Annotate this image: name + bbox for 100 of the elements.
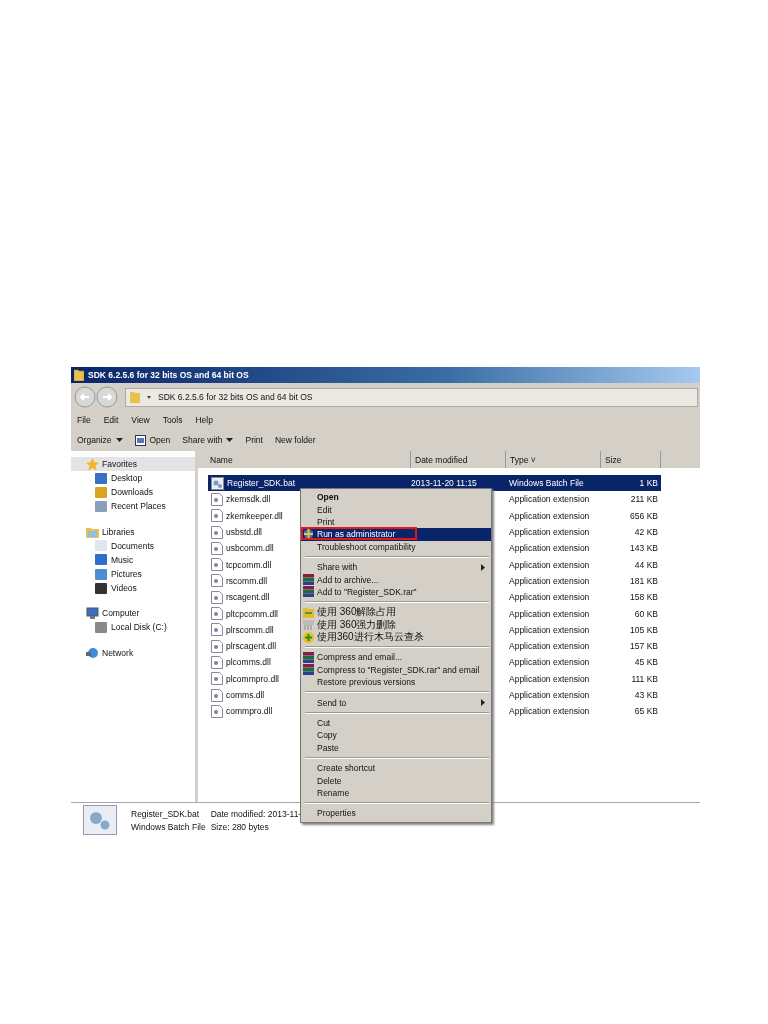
menu-item[interactable]: 使用360进行木马云查杀 — [301, 630, 491, 644]
books-icon — [303, 664, 314, 676]
file-gear-icon — [211, 509, 223, 523]
square-icon — [95, 540, 107, 552]
file-type: Application extension — [509, 706, 590, 717]
menu-item[interactable]: Troubleshoot compatibility — [301, 540, 491, 553]
sidebar-item[interactable]: Recent Places — [71, 499, 195, 514]
file-size: 211 KB — [630, 494, 658, 505]
sidebar-item[interactable]: Music — [71, 552, 195, 567]
sidebar-item[interactable]: Videos — [71, 581, 195, 596]
sidebar-item[interactable]: Favorites — [71, 457, 195, 471]
folder-icon — [86, 525, 99, 538]
sidebar-item[interactable]: Computer — [71, 606, 195, 621]
sidebar-item[interactable]: Desktop — [71, 471, 195, 486]
file-gear-icon — [211, 688, 223, 702]
file-size: 44 KB — [634, 559, 658, 570]
menu-item[interactable]: Properties — [301, 807, 491, 820]
menu-item[interactable]: Paste — [301, 741, 491, 755]
menu-item[interactable]: Send to — [301, 696, 491, 709]
file-size: 43 KB — [634, 690, 658, 700]
file-name[interactable]: Register_SDK.bat — [227, 478, 296, 489]
gear-file-icon — [83, 805, 117, 835]
shield-icon — [303, 528, 314, 540]
caret-icon — [115, 437, 123, 443]
menu-item[interactable]: Open — [301, 491, 491, 504]
file-name[interactable]: usbstd.dll — [226, 527, 262, 538]
sidebar-item[interactable]: Downloads — [71, 485, 195, 500]
menu-item[interactable]: File — [77, 415, 91, 425]
column-header[interactable]: Name — [198, 451, 411, 468]
sidebar-item[interactable]: Pictures — [71, 566, 195, 582]
menu-item[interactable]: Edit — [301, 503, 491, 516]
menu-item[interactable]: 使用 360解除占用 — [301, 606, 491, 619]
file-name[interactable]: plcomms.dll — [226, 657, 271, 668]
toolbar-button[interactable]: New folder — [272, 434, 318, 446]
sidebar-item[interactable]: Documents — [71, 538, 195, 553]
file-name: Register_SDK.bat — [131, 808, 201, 819]
toolbar-button[interactable]: Share with — [180, 434, 236, 446]
menu-item[interactable]: Print — [301, 515, 491, 529]
menu-item[interactable]: Run as administrator — [301, 528, 491, 541]
toolbar-button[interactable]: Organize — [75, 434, 125, 446]
folder-icon — [303, 606, 314, 618]
file-type: Application extension — [509, 624, 590, 635]
menu-item[interactable]: Create shortcut — [301, 762, 491, 775]
menu-item[interactable]: Share with — [301, 560, 491, 574]
square-icon — [95, 554, 107, 566]
file-gear-icon — [211, 623, 223, 637]
menu-item[interactable]: Help — [195, 415, 213, 425]
file-name[interactable]: zkemkeeper.dll — [226, 510, 283, 521]
file-date: 2013-11-20 11:15 — [411, 478, 477, 489]
menu-item[interactable]: View — [131, 415, 150, 425]
sidebar-item[interactable]: Local Disk (C:) — [71, 620, 195, 635]
column-header[interactable]: Type ˅ — [506, 451, 601, 468]
column-header[interactable]: Date modified — [411, 451, 506, 468]
menu-item[interactable]: Edit — [103, 415, 119, 425]
menu-item[interactable]: Tools — [162, 415, 183, 425]
file-name[interactable]: commpro.dll — [226, 706, 273, 717]
file-type: Application extension — [509, 575, 590, 586]
file-type: Application extension — [509, 608, 590, 619]
menu-item[interactable]: Add to archive... — [301, 573, 491, 586]
sidebar-item[interactable]: Libraries — [71, 524, 195, 539]
file-type: Application extension — [509, 657, 590, 668]
menu-item[interactable]: Copy — [301, 729, 491, 742]
file-type: Windows Batch File — [131, 821, 206, 832]
menu-item[interactable]: Add to "Register_SDK.rar" — [301, 585, 491, 599]
square-icon — [95, 582, 107, 594]
file-name[interactable]: plrscomm.dll — [226, 624, 274, 635]
menu-item[interactable]: Delete — [301, 774, 491, 787]
column-header[interactable]: Size — [601, 451, 661, 468]
file-size: 181 KB — [630, 575, 658, 586]
file-name[interactable]: tcpcomm.dll — [226, 559, 272, 570]
window-title: SDK 6.2.5.6 for 32 bits OS and 64 bit OS — [88, 370, 249, 380]
file-gear-icon — [211, 574, 223, 588]
toolbar-button[interactable]: Open — [132, 433, 173, 447]
file-name[interactable]: pltcpcomm.dll — [226, 608, 278, 619]
sidebar-item[interactable]: Network — [71, 645, 195, 660]
square-icon — [95, 472, 107, 484]
file-name[interactable]: plrscagent.dll — [226, 641, 277, 652]
file-name[interactable]: usbcomm.dll — [226, 543, 274, 554]
star-icon — [86, 457, 99, 471]
file-type: Windows Batch File — [509, 478, 584, 489]
menu-item[interactable]: Rename — [301, 786, 491, 800]
file-name[interactable]: rscomm.dll — [226, 575, 268, 586]
file-gear-icon — [211, 655, 223, 669]
menu-item[interactable]: 使用 360强力删除 — [301, 618, 491, 631]
menu-item[interactable]: Cut — [301, 716, 491, 730]
file-type: Application extension — [509, 510, 590, 521]
file-size: 60 KB — [634, 608, 658, 619]
square-icon — [95, 486, 107, 498]
toolbar-button[interactable]: Print — [243, 434, 265, 446]
address-bar[interactable]: SDK 6.2.5.6 for 32 bits OS and 64 bit OS — [125, 387, 698, 407]
menu-item[interactable]: Compress to "Register_SDK.rar" and email — [301, 663, 491, 677]
file-name[interactable]: plcommpro.dll — [226, 673, 279, 684]
file-name[interactable]: zkemsdk.dll — [226, 494, 271, 505]
file-name[interactable]: rscagent.dll — [226, 592, 270, 603]
back-forward-buttons[interactable] — [73, 386, 121, 408]
menu-item[interactable]: Compress and email... — [301, 651, 491, 664]
file-gear-icon — [211, 639, 223, 653]
folder-icon — [74, 369, 84, 381]
menu-item[interactable]: Restore previous versions — [301, 676, 491, 689]
file-name[interactable]: comms.dll — [226, 690, 265, 700]
